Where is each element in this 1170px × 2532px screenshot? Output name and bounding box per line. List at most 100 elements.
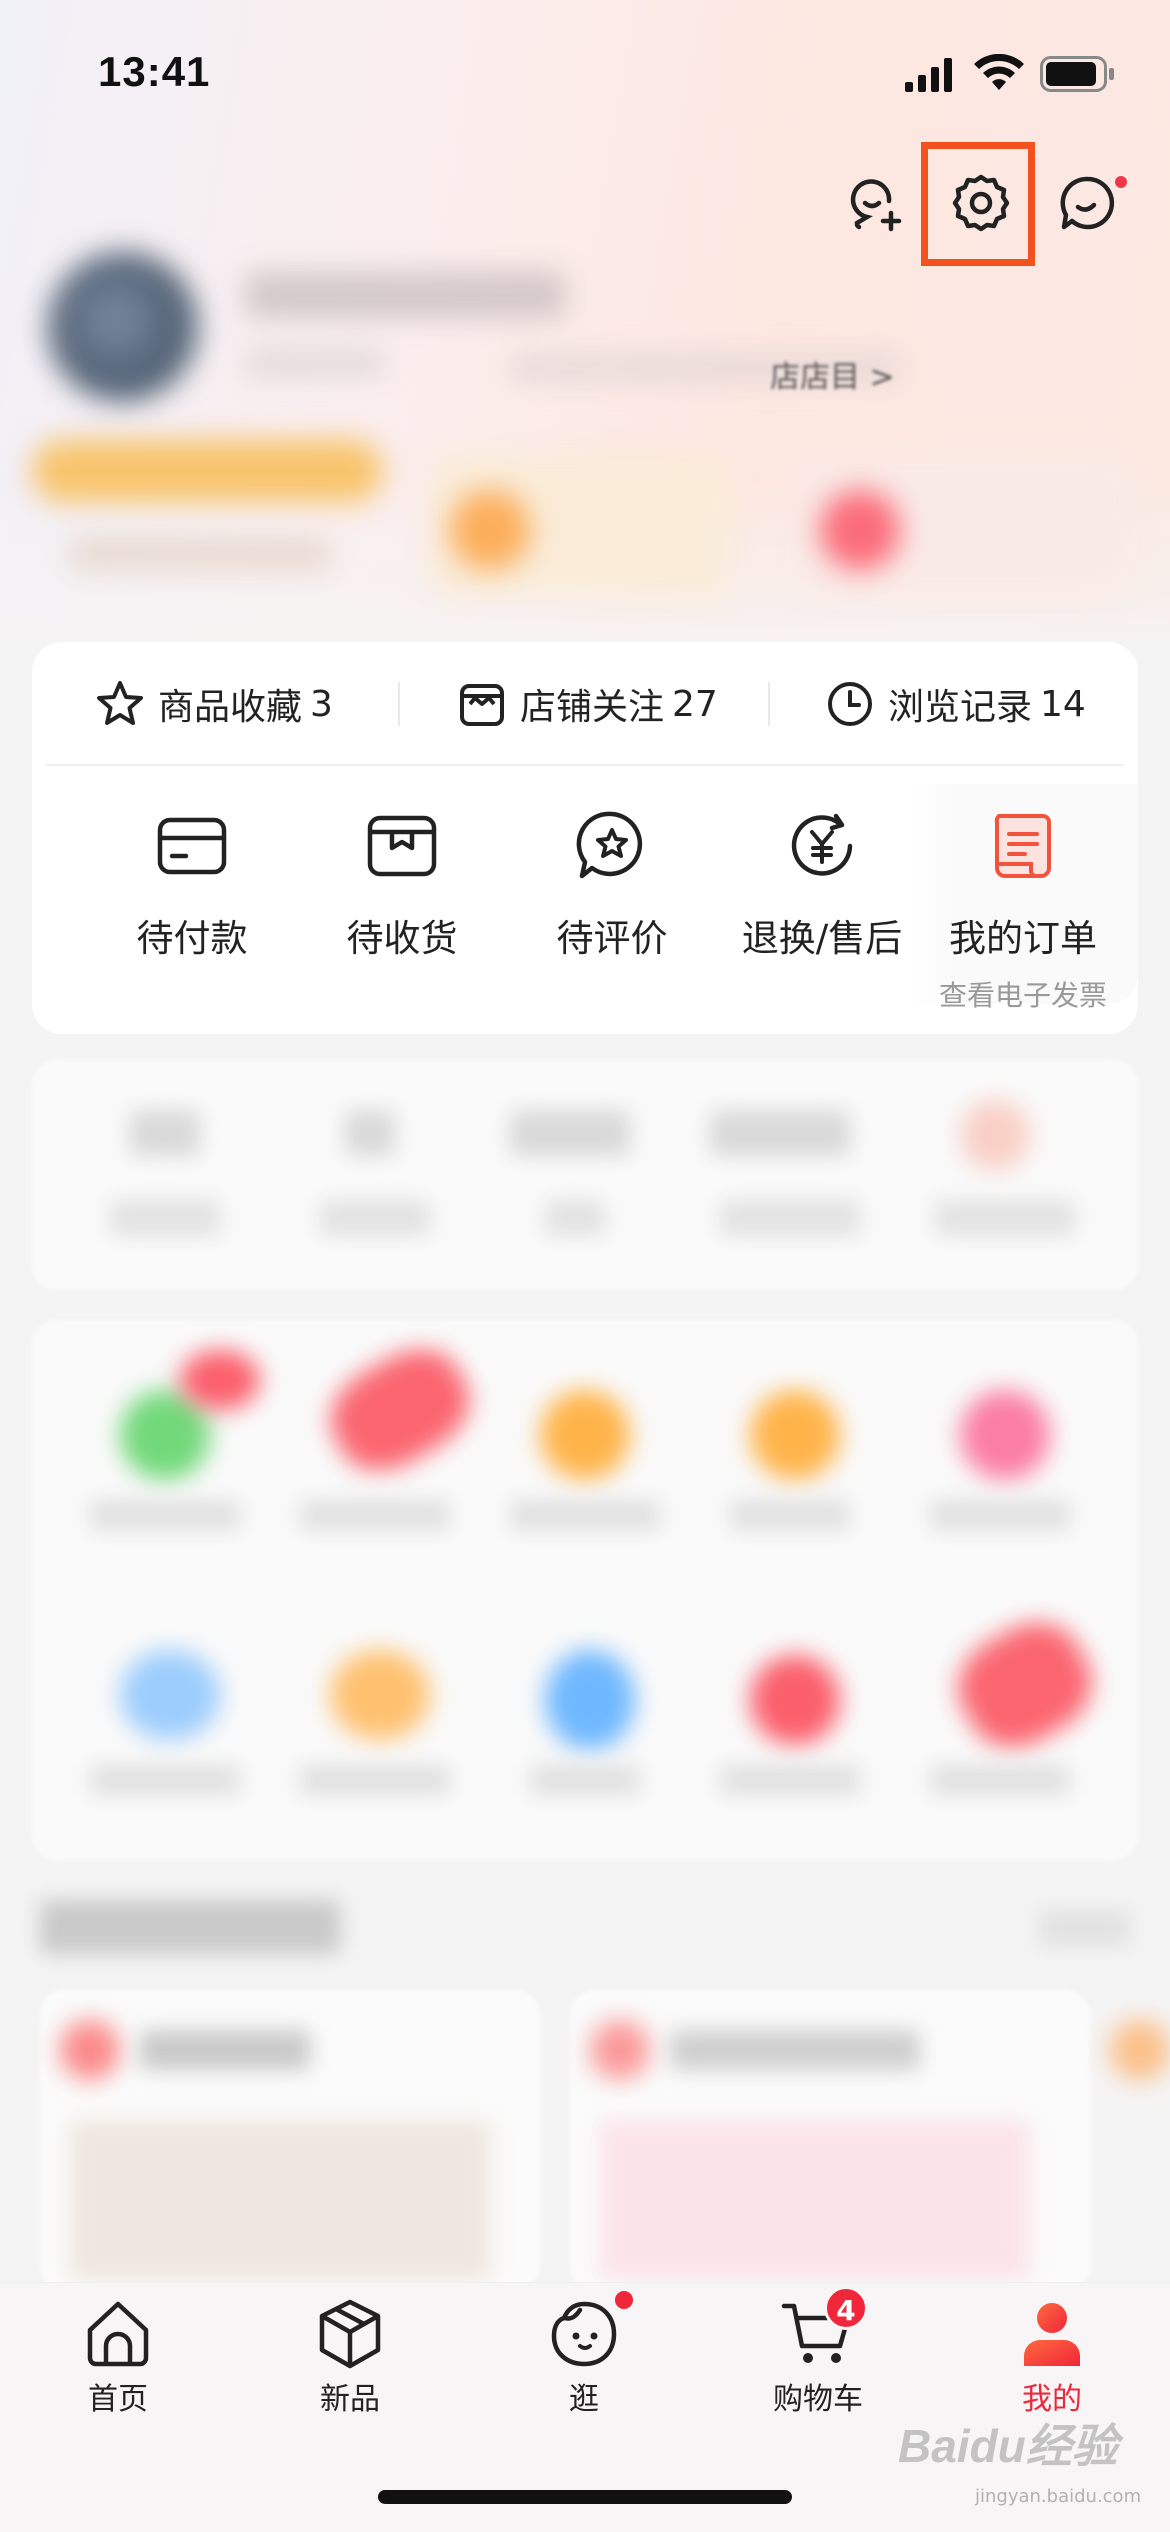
service-label-blurred <box>930 1765 1070 1795</box>
add-friend-icon <box>850 179 902 232</box>
star-icon <box>97 681 143 725</box>
battery-icon <box>1040 56 1114 92</box>
stat-followed-count: 27 <box>672 683 718 725</box>
benefit-card-2-icon <box>820 490 900 570</box>
vip-subtitle-blurred <box>70 540 330 568</box>
stat-history-label: 浏览记录 <box>888 687 1033 728</box>
service-label-blurred <box>720 1765 860 1795</box>
service-label-blurred <box>300 1500 450 1530</box>
tab-new-label: 新品 <box>320 2382 380 2417</box>
tool-icon-blurred[interactable] <box>510 1110 630 1156</box>
store-icon <box>460 684 504 726</box>
avatar[interactable] <box>48 252 198 402</box>
section-more-blurred[interactable] <box>1040 1910 1130 1946</box>
service-icon-blurred[interactable] <box>330 1650 430 1740</box>
stroll-notification-dot <box>612 2288 636 2312</box>
recommend-title-blurred <box>140 2030 310 2070</box>
tool-icon-blurred[interactable] <box>710 1110 850 1156</box>
review-star-icon <box>576 811 643 879</box>
service-icon-blurred[interactable] <box>120 1650 220 1740</box>
stat-followed-label: 店铺关注 <box>520 687 665 728</box>
service-label-blurred <box>90 1765 240 1795</box>
card-icon <box>157 817 227 875</box>
stat-divider <box>768 682 770 726</box>
order-refund-label: 退换/售后 <box>741 917 903 960</box>
recommend-icon-blurred <box>1110 2020 1170 2080</box>
tab-home[interactable]: 首页 <box>48 2296 188 2418</box>
service-icon-blurred[interactable] <box>750 1390 840 1480</box>
stats-row: 商品收藏 3 店铺关注 27 浏览记录 14 <box>32 642 1138 764</box>
order-pending-receipt[interactable]: 待收货 <box>302 808 502 962</box>
order-pending-receipt-label: 待收货 <box>346 917 458 960</box>
service-label-blurred <box>730 1500 850 1530</box>
status-time: 13:41 <box>98 48 211 95</box>
benefit-card-1-icon <box>450 490 530 570</box>
stat-followed-stores[interactable]: 店铺关注 27 <box>456 676 718 732</box>
baidu-watermark-url: jingyan.baidu.com <box>975 2486 1142 2507</box>
message-notification-dot <box>1112 173 1130 191</box>
recommend-image-blurred <box>70 2120 490 2280</box>
orders-card: 商品收藏 3 店铺关注 27 浏览记录 14 待付款 待收货 待评价 退换/售后… <box>32 642 1138 1034</box>
tool-icon-blurred[interactable] <box>345 1110 395 1156</box>
recommend-title-blurred <box>670 2030 920 2070</box>
service-label-blurred <box>930 1500 1070 1530</box>
vip-badge-blurred[interactable] <box>32 440 382 502</box>
tool-icon-blurred[interactable] <box>960 1100 1030 1170</box>
cellular-signal-icon <box>905 58 952 92</box>
tab-cart-label: 购物车 <box>773 2382 863 2417</box>
recommend-image-blurred <box>600 2120 1030 2280</box>
tool-label-blurred <box>320 1200 430 1236</box>
stat-divider <box>398 682 400 726</box>
tool-icon-blurred[interactable] <box>130 1110 200 1156</box>
message-icon <box>1060 176 1115 230</box>
service-icon-blurred[interactable] <box>960 1390 1050 1480</box>
refund-yuan-icon <box>791 813 853 876</box>
cart-count-badge: 4 <box>824 2286 868 2330</box>
person-icon <box>1024 2303 1080 2366</box>
my-orders[interactable]: 我的订单 查看电子发票 <box>908 784 1138 1012</box>
order-pending-payment[interactable]: 待付款 <box>92 808 292 962</box>
stat-history[interactable]: 浏览记录 14 <box>824 676 1086 732</box>
settings-highlight-box <box>921 142 1035 266</box>
wifi-icon <box>974 54 1024 90</box>
cube-icon <box>319 2299 381 2369</box>
tool-label-blurred <box>110 1200 220 1236</box>
tools-panel-blurred <box>32 1060 1138 1290</box>
stat-favorites[interactable]: 商品收藏 3 <box>94 676 333 732</box>
service-icon-blurred[interactable] <box>540 1390 630 1480</box>
tab-stroll[interactable]: 逛 <box>514 2296 654 2418</box>
order-pending-review[interactable]: 待评价 <box>512 808 712 962</box>
baidu-watermark: Baidu经验 <box>898 2420 1118 2472</box>
add-friend-button[interactable] <box>842 168 912 238</box>
order-pending-review-label: 待评价 <box>556 917 668 960</box>
tab-home-label: 首页 <box>88 2382 148 2417</box>
stat-favorites-count: 3 <box>310 683 333 725</box>
username-blurred <box>245 272 565 318</box>
section-title-blurred <box>40 1900 340 1954</box>
tab-stroll-label: 逛 <box>569 2382 599 2417</box>
service-badge-blurred <box>180 1350 260 1410</box>
tab-me[interactable]: 我的 <box>982 2296 1122 2418</box>
box-icon <box>367 815 437 877</box>
service-label-blurred <box>530 1765 640 1795</box>
view-invoice-link[interactable]: 查看电子发票 <box>908 974 1138 1014</box>
home-indicator[interactable] <box>378 2490 792 2504</box>
order-refund-aftersales[interactable]: 退换/售后 <box>722 808 922 962</box>
clock-icon <box>828 682 872 726</box>
order-pending-payment-label: 待付款 <box>136 917 248 960</box>
my-orders-label: 我的订单 <box>949 917 1097 960</box>
tab-new[interactable]: 新品 <box>280 2296 420 2418</box>
recommend-icon-blurred <box>60 2020 120 2080</box>
stats-divider <box>46 764 1124 766</box>
stroll-face-icon <box>551 2301 617 2367</box>
service-label-blurred <box>510 1500 660 1530</box>
service-label-blurred <box>90 1500 240 1530</box>
recommend-icon-blurred <box>590 2020 650 2080</box>
service-label-blurred <box>300 1765 450 1795</box>
order-receipt-icon <box>994 814 1051 878</box>
home-icon <box>87 2301 149 2367</box>
partial-store-link: 店店目 > <box>770 360 895 395</box>
service-icon-blurred[interactable] <box>545 1650 635 1750</box>
service-icon-blurred[interactable] <box>750 1655 840 1745</box>
status-bar: 13:41 <box>0 0 1170 140</box>
